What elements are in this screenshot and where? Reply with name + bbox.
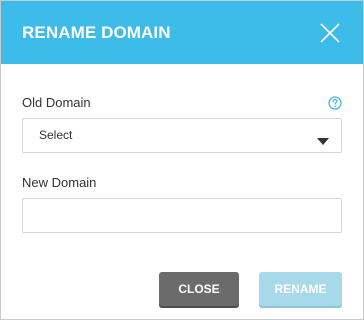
- help-question-icon[interactable]: [328, 96, 342, 110]
- old-domain-select[interactable]: Select: [22, 118, 342, 153]
- old-domain-select-value: Select: [39, 128, 73, 142]
- new-domain-label: New Domain: [22, 175, 97, 190]
- caret-down-icon: [317, 132, 329, 145]
- new-domain-input[interactable]: [22, 198, 342, 233]
- close-button[interactable]: CLOSE: [159, 272, 239, 306]
- rename-domain-dialog: RENAME DOMAIN Old Domain Select New Doma…: [0, 0, 364, 320]
- old-domain-label: Old Domain: [22, 95, 91, 110]
- close-icon[interactable]: [319, 22, 341, 44]
- dialog-header: RENAME DOMAIN: [1, 1, 363, 64]
- rename-button[interactable]: RENAME: [259, 272, 342, 306]
- dialog-title: RENAME DOMAIN: [22, 23, 171, 42]
